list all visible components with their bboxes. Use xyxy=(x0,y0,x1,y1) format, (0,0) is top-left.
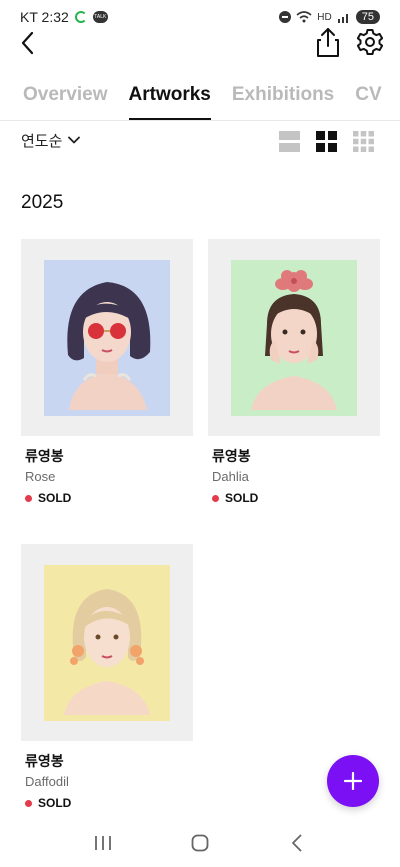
sort-label: 연도순 xyxy=(21,132,63,150)
tab-bar: Overview Artworks Exhibitions CV Po xyxy=(0,84,400,122)
add-artwork-button[interactable] xyxy=(327,755,379,807)
sort-dropdown[interactable]: 연도순 xyxy=(21,128,81,152)
sold-label: SOLD xyxy=(38,491,72,505)
artwork-artist: 류영봉 xyxy=(25,448,64,464)
artwork-card[interactable]: 류영봉 Rose SOLD xyxy=(21,239,193,505)
sold-dot-icon xyxy=(212,494,219,502)
view-toggle-group xyxy=(279,131,374,152)
sold-label: SOLD xyxy=(225,491,259,505)
artwork-image xyxy=(44,259,170,416)
grid-2-view-toggle[interactable] xyxy=(316,131,337,152)
artwork-portrait xyxy=(44,564,170,721)
share-button[interactable] xyxy=(315,26,341,58)
artwork-image xyxy=(231,259,357,416)
tab-overview[interactable]: Overview xyxy=(23,84,108,120)
status-right: HD 75 xyxy=(279,10,380,24)
signal-icon xyxy=(337,14,348,23)
sync-icon xyxy=(74,11,87,23)
status-left: KT 2:32 TALK xyxy=(20,9,108,25)
tab-cv[interactable]: CV xyxy=(355,84,381,120)
grid-2-icon xyxy=(316,131,337,152)
do-not-disturb-icon xyxy=(279,11,292,23)
wifi-icon xyxy=(296,11,312,23)
artwork-artist: 류영봉 xyxy=(212,448,251,464)
system-back-button[interactable] xyxy=(285,831,309,855)
list-view-toggle[interactable] xyxy=(279,131,300,152)
year-heading: 2025 xyxy=(21,192,64,213)
tab-artworks[interactable]: Artworks xyxy=(128,84,212,120)
sold-badge: SOLD xyxy=(25,796,193,810)
artwork-frame[interactable] xyxy=(208,239,380,436)
grid-3-view-toggle[interactable] xyxy=(353,131,374,152)
grid-3-icon xyxy=(353,131,374,152)
artwork-title: Daffodil xyxy=(25,774,69,789)
artwork-card[interactable]: 류영봉 Daffodil SOLD xyxy=(21,544,193,810)
back-button[interactable] xyxy=(20,28,46,58)
artwork-title: Rose xyxy=(25,469,56,484)
artwork-artist: 류영봉 xyxy=(25,753,64,769)
share-icon xyxy=(317,28,339,57)
sold-badge: SOLD xyxy=(212,491,380,505)
artwork-card[interactable]: 류영봉 Dahlia SOLD xyxy=(208,239,380,505)
sold-label: SOLD xyxy=(38,796,72,810)
recent-apps-icon xyxy=(95,836,112,850)
sold-dot-icon xyxy=(25,799,32,807)
artwork-portrait xyxy=(44,259,170,416)
recent-apps-button[interactable] xyxy=(91,831,115,855)
battery-icon: 75 xyxy=(355,10,380,24)
chevron-down-icon xyxy=(68,136,81,144)
artwork-title: Dahlia xyxy=(212,469,249,484)
list-view-icon xyxy=(279,131,300,152)
home-button[interactable] xyxy=(188,831,212,855)
gear-icon xyxy=(356,29,384,55)
home-icon xyxy=(191,834,209,852)
artwork-frame[interactable] xyxy=(21,239,193,436)
status-time: KT 2:32 xyxy=(20,9,69,25)
artwork-frame[interactable] xyxy=(21,544,193,741)
chevron-left-icon xyxy=(21,31,34,55)
plus-icon xyxy=(344,772,362,790)
network-type-label: HD xyxy=(317,11,332,23)
sold-dot-icon xyxy=(25,494,32,502)
system-nav-bar xyxy=(0,826,400,860)
tab-exhibitions[interactable]: Exhibitions xyxy=(232,84,334,120)
settings-button[interactable] xyxy=(356,27,384,57)
artwork-portrait xyxy=(231,259,357,416)
top-app-bar xyxy=(0,26,400,60)
artwork-image xyxy=(44,564,170,721)
tabs-divider xyxy=(0,120,400,121)
back-icon xyxy=(291,834,302,852)
sold-badge: SOLD xyxy=(25,491,193,505)
talk-icon: TALK xyxy=(92,11,108,23)
